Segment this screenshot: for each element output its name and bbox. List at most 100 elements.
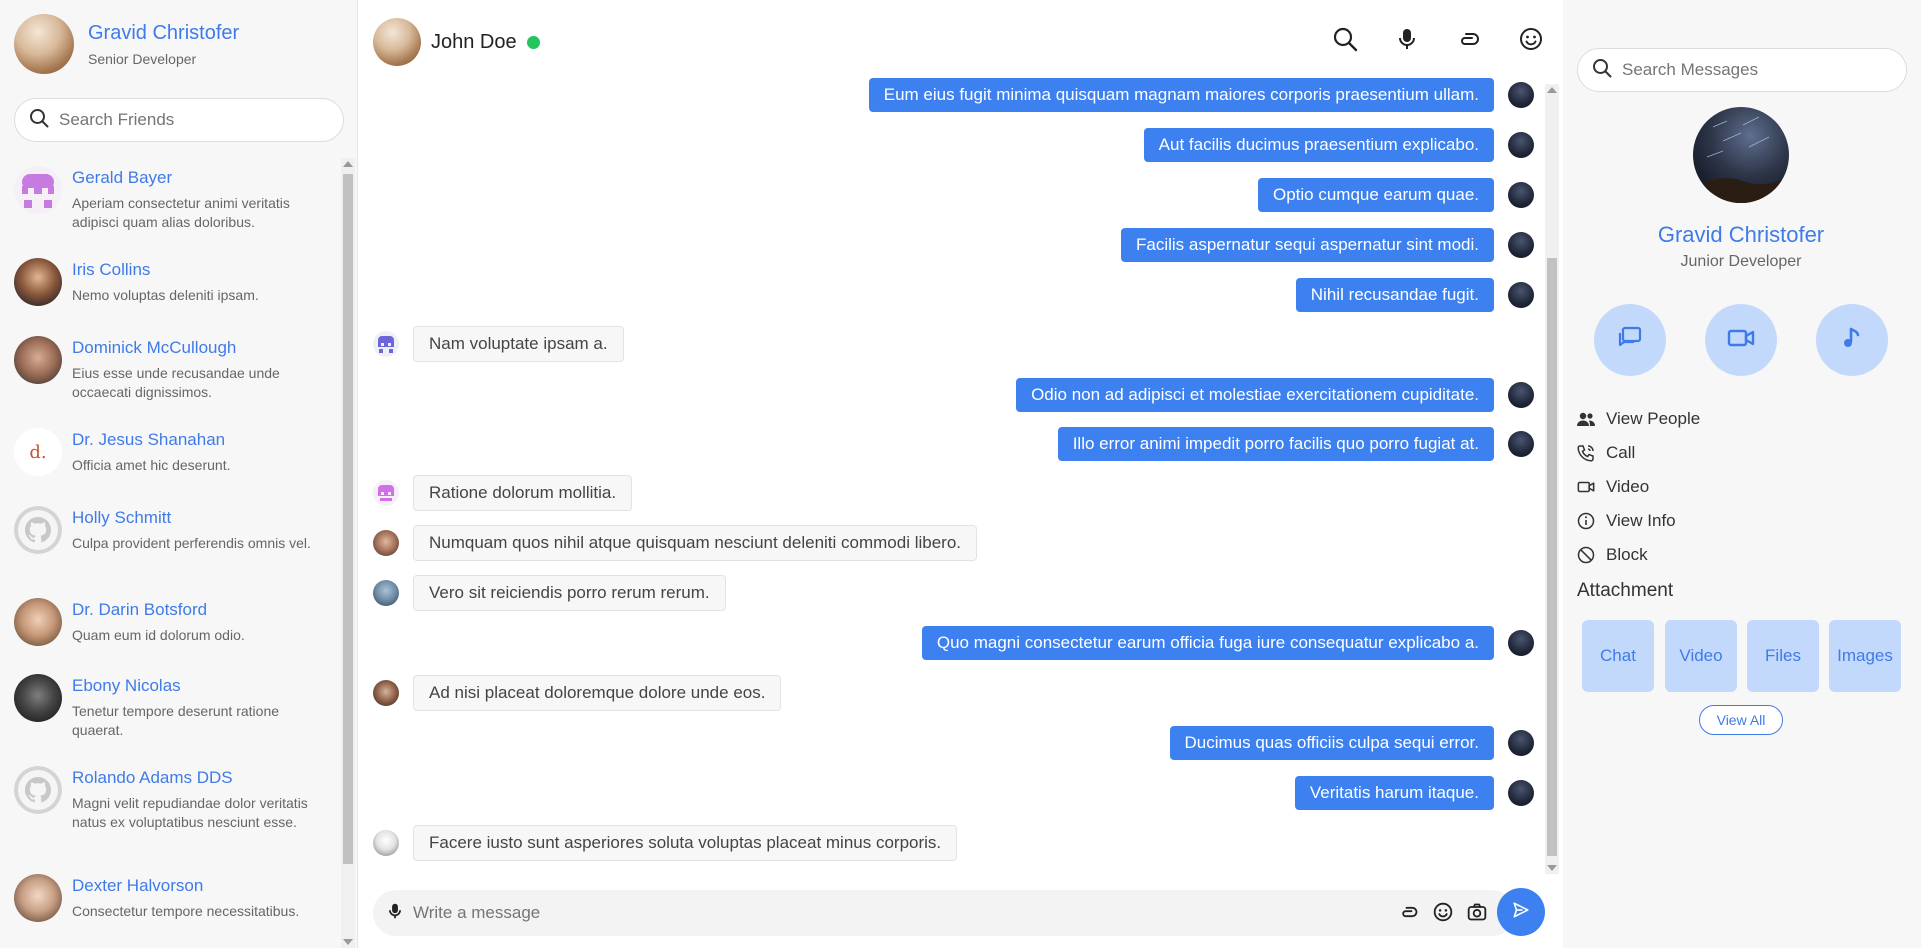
sender-avatar	[1508, 82, 1534, 108]
friend-item[interactable]: Iris Collins Nemo voluptas deleniti ipsa…	[14, 258, 334, 306]
message-text: Optio cumque earum quae.	[1257, 178, 1494, 212]
scroll-down-arrow-icon[interactable]	[1547, 865, 1557, 871]
message-outgoing: Odio non ad adipisci et molestiae exerci…	[1016, 378, 1534, 412]
friend-avatar	[14, 598, 62, 646]
block-icon	[1577, 546, 1597, 564]
search-messages-box	[1577, 48, 1907, 92]
view-people-item[interactable]: View People	[1577, 402, 1700, 436]
attachment-files-button[interactable]: Files	[1747, 620, 1819, 692]
attachment-images-button[interactable]: Images	[1829, 620, 1901, 692]
block-item[interactable]: Block	[1577, 538, 1700, 572]
message-text: Ratione dolorum mollitia.	[413, 475, 633, 511]
microphone-icon[interactable]	[387, 902, 403, 925]
sender-avatar	[1508, 232, 1534, 258]
emoji-icon[interactable]	[1500, 24, 1562, 54]
friend-item[interactable]: Rolando Adams DDS Magni velit repudianda…	[14, 766, 334, 832]
sender-avatar	[373, 680, 399, 706]
sender-avatar	[1508, 780, 1534, 806]
search-friends-input[interactable]	[59, 110, 329, 130]
contact-avatar[interactable]	[373, 18, 421, 66]
attachment-chat-button[interactable]: Chat	[1582, 620, 1654, 692]
send-button[interactable]	[1497, 888, 1545, 936]
call-item[interactable]: Call	[1577, 436, 1700, 470]
paperclip-icon[interactable]	[1438, 24, 1500, 54]
emoji-icon[interactable]	[1433, 902, 1453, 922]
current-user-profile[interactable]: Gravid Christofer Senior Developer	[14, 14, 239, 74]
friend-name: Dr. Darin Botsford	[72, 600, 208, 619]
view-all-button[interactable]: View All	[1699, 705, 1783, 735]
video-icon	[1727, 327, 1755, 354]
chat-pane: John Doe Eum eius fugit minima quisquam …	[359, 0, 1562, 948]
message-outgoing: Ducimus quas officiis culpa sequi error.	[1169, 726, 1534, 760]
current-user-name: Gravid Christofer	[88, 21, 240, 44]
camera-icon[interactable]	[1467, 902, 1487, 922]
video-item[interactable]: Video	[1577, 470, 1700, 504]
friend-name: Dexter Halvorson	[72, 876, 204, 895]
message-composer	[373, 890, 1515, 936]
message-outgoing: Optio cumque earum quae.	[1257, 178, 1534, 212]
message-incoming: Facere iusto sunt asperiores soluta volu…	[373, 825, 958, 861]
friend-item[interactable]: Dexter Halvorson Consectetur tempore nec…	[14, 874, 334, 922]
friend-name: Ebony Nicolas	[72, 676, 181, 695]
music-note-icon	[1842, 326, 1862, 355]
chat-bubbles-icon	[1617, 325, 1643, 356]
search-messages-input[interactable]	[1622, 60, 1892, 80]
scrollbar-thumb[interactable]	[343, 174, 353, 864]
message-incoming: Ratione dolorum mollitia.	[373, 475, 633, 511]
video-call-button[interactable]	[1705, 304, 1777, 376]
friend-last-message: Culpa provident perferendis omnis vel.	[72, 535, 311, 551]
view-info-item[interactable]: View Info	[1577, 504, 1700, 538]
friend-item[interactable]: Holly Schmitt Culpa provident perferendi…	[14, 506, 334, 554]
scroll-up-arrow-icon[interactable]	[1547, 87, 1557, 93]
chat-action-button[interactable]	[1594, 304, 1666, 376]
sender-avatar	[1508, 182, 1534, 208]
menu-label: Video	[1606, 477, 1650, 496]
message-text: Odio non ad adipisci et molestiae exerci…	[1016, 378, 1494, 412]
scroll-down-arrow-icon[interactable]	[343, 939, 353, 945]
message-list: Eum eius fugit minima quisquam magnam ma…	[359, 78, 1534, 868]
sender-avatar	[1508, 630, 1534, 656]
message-list-scrollbar[interactable]	[1545, 84, 1559, 874]
friend-name: Dr. Jesus Shanahan	[72, 430, 226, 449]
attachment-video-button[interactable]: Video	[1665, 620, 1737, 692]
search-icon[interactable]	[1314, 24, 1376, 54]
message-incoming: Vero sit reiciendis porro rerum rerum.	[373, 575, 726, 611]
message-text: Eum eius fugit minima quisquam magnam ma…	[868, 78, 1494, 112]
sender-avatar	[373, 530, 399, 556]
friend-last-message: Aperiam consectetur animi veritatis adip…	[72, 195, 290, 230]
friend-name: Iris Collins	[72, 260, 151, 279]
sender-avatar	[1508, 282, 1534, 308]
scrollbar-thumb[interactable]	[1547, 258, 1557, 856]
sender-avatar	[373, 580, 399, 606]
current-user-role: Senior Developer	[88, 50, 197, 67]
current-user-avatar	[14, 14, 74, 74]
message-outgoing: Aut facilis ducimus praesentium explicab…	[1143, 128, 1534, 162]
search-friends-box	[14, 98, 344, 142]
friend-item[interactable]: d. Dr. Jesus Shanahan Officia amet hic d…	[14, 428, 334, 476]
message-text: Nihil recusandae fugit.	[1295, 278, 1494, 312]
scroll-up-arrow-icon[interactable]	[343, 161, 353, 167]
friend-item[interactable]: Gerald Bayer Aperiam consectetur animi v…	[14, 166, 334, 232]
message-text: Ducimus quas officiis culpa sequi error.	[1169, 726, 1494, 760]
sender-avatar	[373, 830, 399, 856]
menu-label: Call	[1606, 443, 1636, 462]
message-text: Aut facilis ducimus praesentium explicab…	[1143, 128, 1494, 162]
sender-avatar	[1508, 132, 1534, 158]
message-outgoing: Veritatis harum itaque.	[1294, 776, 1534, 810]
menu-label: Block	[1606, 545, 1648, 564]
friend-list-scrollbar[interactable]	[341, 158, 355, 948]
message-incoming: Nam voluptate ipsam a.	[373, 326, 624, 362]
friend-avatar	[14, 874, 62, 922]
microphone-icon[interactable]	[1376, 24, 1438, 54]
audio-button[interactable]	[1816, 304, 1888, 376]
message-text: Facere iusto sunt asperiores soluta volu…	[413, 825, 958, 861]
friend-avatar	[14, 166, 62, 214]
friend-item[interactable]: Dominick McCullough Eius esse unde recus…	[14, 336, 334, 402]
search-icon	[1592, 58, 1612, 83]
message-input[interactable]	[413, 903, 1333, 923]
sender-avatar	[373, 480, 399, 506]
attachment-heading: Attachment	[1577, 580, 1674, 601]
friend-item[interactable]: Ebony Nicolas Tenetur tempore deserunt r…	[14, 674, 334, 740]
friend-item[interactable]: Dr. Darin Botsford Quam eum id dolorum o…	[14, 598, 334, 646]
paperclip-icon[interactable]	[1399, 902, 1419, 922]
